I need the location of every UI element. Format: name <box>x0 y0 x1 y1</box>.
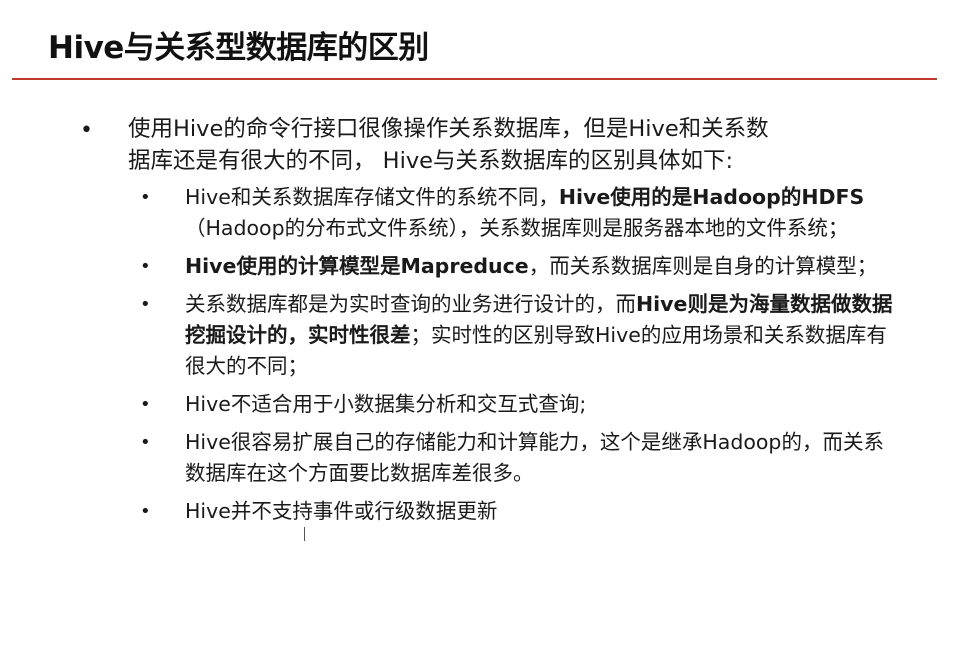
slide-title: Hive与关系型数据库的区别 <box>48 30 429 66</box>
bullet-marker: • <box>140 294 151 315</box>
sub-bullet-text: Hive不适合用于小数据集分析和交互式查询; <box>185 392 587 416</box>
sub-bullet-text: Hive并不支持事件或行级数据更新 <box>185 499 498 523</box>
sub-bullet-text-part: （Hadoop的分布式文件系统），关系数据库则是服务器本地的文件系统； <box>185 216 849 240</box>
bullet-marker: • <box>140 256 151 277</box>
main-bullet: • 使用Hive的命令行接口很像操作关系数据库，但是Hive和关系数 据库还是有… <box>80 113 920 177</box>
bullet-marker: • <box>140 394 151 415</box>
sub-bullet-compute-model: • Hive使用的计算模型是Mapreduce，而关系数据库则是自身的计算模型； <box>140 251 900 282</box>
sub-bullet-realtime: • 关系数据库都是为实时查询的业务进行设计的，而Hive则是为海量数据做数据挖掘… <box>140 289 900 382</box>
sub-bullet-scalability: • Hive很容易扩展自己的存储能力和计算能力，这个是继承Hadoop的，而关系… <box>140 427 900 489</box>
main-bullet-line-1: 使用Hive的命令行接口很像操作关系数据库，但是Hive和关系数 <box>128 116 769 142</box>
sub-bullet-text-part: ，而关系数据库则是自身的计算模型； <box>528 254 878 278</box>
bullet-marker: • <box>140 187 151 208</box>
sub-bullet-text-part: 关系数据库都是为实时查询的业务进行设计的，而 <box>185 292 636 316</box>
sub-bullet-text-part: Hive和关系数据库存储文件的系统不同， <box>185 185 559 209</box>
sub-bullet-text: 关系数据库都是为实时查询的业务进行设计的，而Hive则是为海量数据做数据挖掘设计… <box>185 289 900 382</box>
sub-bullet-text: Hive使用的计算模型是Mapreduce，而关系数据库则是自身的计算模型； <box>185 251 900 282</box>
sub-bullet-emphasis: Hive使用的是Hadoop的HDFS <box>558 185 865 209</box>
sub-bullet-storage: • Hive和关系数据库存储文件的系统不同，Hive使用的是Hadoop的HDF… <box>140 182 900 244</box>
text-cursor-icon <box>304 527 305 541</box>
sub-bullet-list: • Hive和关系数据库存储文件的系统不同，Hive使用的是Hadoop的HDF… <box>140 182 900 534</box>
bullet-marker: • <box>80 118 93 143</box>
bullet-marker: • <box>140 432 151 453</box>
sub-bullet-emphasis: Hive使用的计算模型是Mapreduce <box>185 254 529 278</box>
sub-bullet-small-data: • Hive不适合用于小数据集分析和交互式查询; <box>140 389 900 420</box>
bullet-marker: • <box>140 501 151 522</box>
sub-bullet-text: Hive和关系数据库存储文件的系统不同，Hive使用的是Hadoop的HDFS （… <box>185 182 900 244</box>
sub-bullet-no-updates: • Hive并不支持事件或行级数据更新 <box>140 496 900 527</box>
slide: Hive与关系型数据库的区别 • 使用Hive的命令行接口很像操作关系数据库，但… <box>0 0 957 648</box>
main-bullet-line-2: 据库还是有很大的不同， Hive与关系数据库的区别具体如下: <box>128 148 734 174</box>
sub-bullet-text: Hive很容易扩展自己的存储能力和计算能力，这个是继承Hadoop的，而关系数据… <box>185 430 884 485</box>
main-bullet-text: 使用Hive的命令行接口很像操作关系数据库，但是Hive和关系数 据库还是有很大… <box>128 113 920 177</box>
title-divider <box>12 78 937 80</box>
